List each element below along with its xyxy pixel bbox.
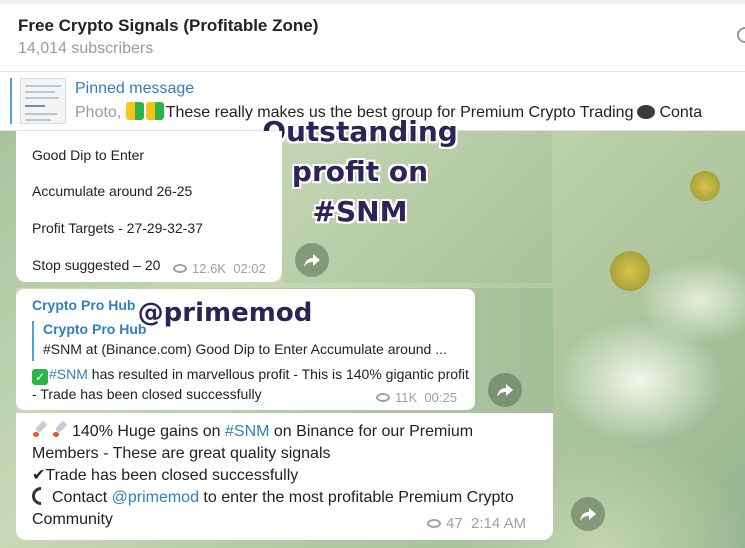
forwarded-author[interactable]: Crypto Pro Hub [32,297,135,313]
quote-text: #SNM at (Binance.com) Good Dip to Enter … [43,341,447,357]
hashtag-link[interactable]: #SNM [225,423,269,440]
channel-title[interactable]: Free Crypto Signals (Profitable Zone) [18,16,318,36]
pinned-accent-bar [10,78,12,124]
message-bubble[interactable]: Good Dip to Enter Accumulate around 26-2… [16,131,282,282]
view-count: 11K [395,390,418,405]
quote-accent-bar [32,321,34,361]
view-count: 12.6K [192,261,226,276]
hashtag-link[interactable]: #SNM [49,366,88,382]
overlay-line-2: profit on [291,155,429,188]
message-part: Trade has been closed successfully [45,467,299,484]
channel-header[interactable]: Free Crypto Signals (Profitable Zone) 14… [0,0,745,72]
subscriber-count: 14,014 subscribers [18,40,154,57]
message-meta: 11K 00:25 [376,390,457,405]
overlay-line-3: #SNM [312,195,408,228]
share-icon [304,254,320,267]
message-meta: 12.6K 02:02 [173,261,266,276]
share-button[interactable] [571,497,605,531]
eye-icon [173,264,187,273]
check-mark-icon: ✓ [32,369,48,385]
share-icon [497,384,513,397]
message-line: Profit Targets - 27-29-32-37 [32,220,203,236]
share-icon [580,508,596,521]
message-line: Stop suggested – 20 [32,257,161,273]
mention-link[interactable]: @primemod [112,489,199,506]
share-button[interactable] [488,373,522,407]
pinned-thumbnail [20,78,66,124]
share-button[interactable] [295,243,329,277]
message-line: Good Dip to Enter [32,147,145,163]
speech-bubble-icon [637,105,656,119]
message-part: 140% Huge gains on [72,423,225,440]
message-time: 02:02 [233,261,266,276]
search-icon[interactable] [737,27,745,43]
rocket-icon [32,421,50,439]
heavy-check-icon: ✔ [32,467,46,484]
overlay-line-1: Outstanding [262,115,458,148]
eye-icon [376,393,390,402]
message-time: 2:14 AM [471,515,527,532]
header-top-border [0,0,745,4]
view-count: 47 [446,515,463,532]
overlay-handle: @primemod [137,298,313,328]
message-bubble[interactable]: 140% Huge gains on #SNM on Binance for o… [16,413,553,540]
message-meta: 47 2:14 AM [427,515,526,532]
pinned-title: Pinned message [75,80,195,97]
pinned-suffix: Conta [659,104,703,121]
message-time: 00:25 [424,390,457,405]
beginner-badge-icon [145,102,164,120]
eye-icon [427,519,441,528]
message-part: Contact [52,489,112,506]
beginner-badge-icon [125,102,144,120]
rocket-icon [52,421,70,439]
phone-icon [28,483,54,509]
message-line: Accumulate around 26-25 [32,183,193,199]
pinned-prefix: Photo, [75,104,126,121]
